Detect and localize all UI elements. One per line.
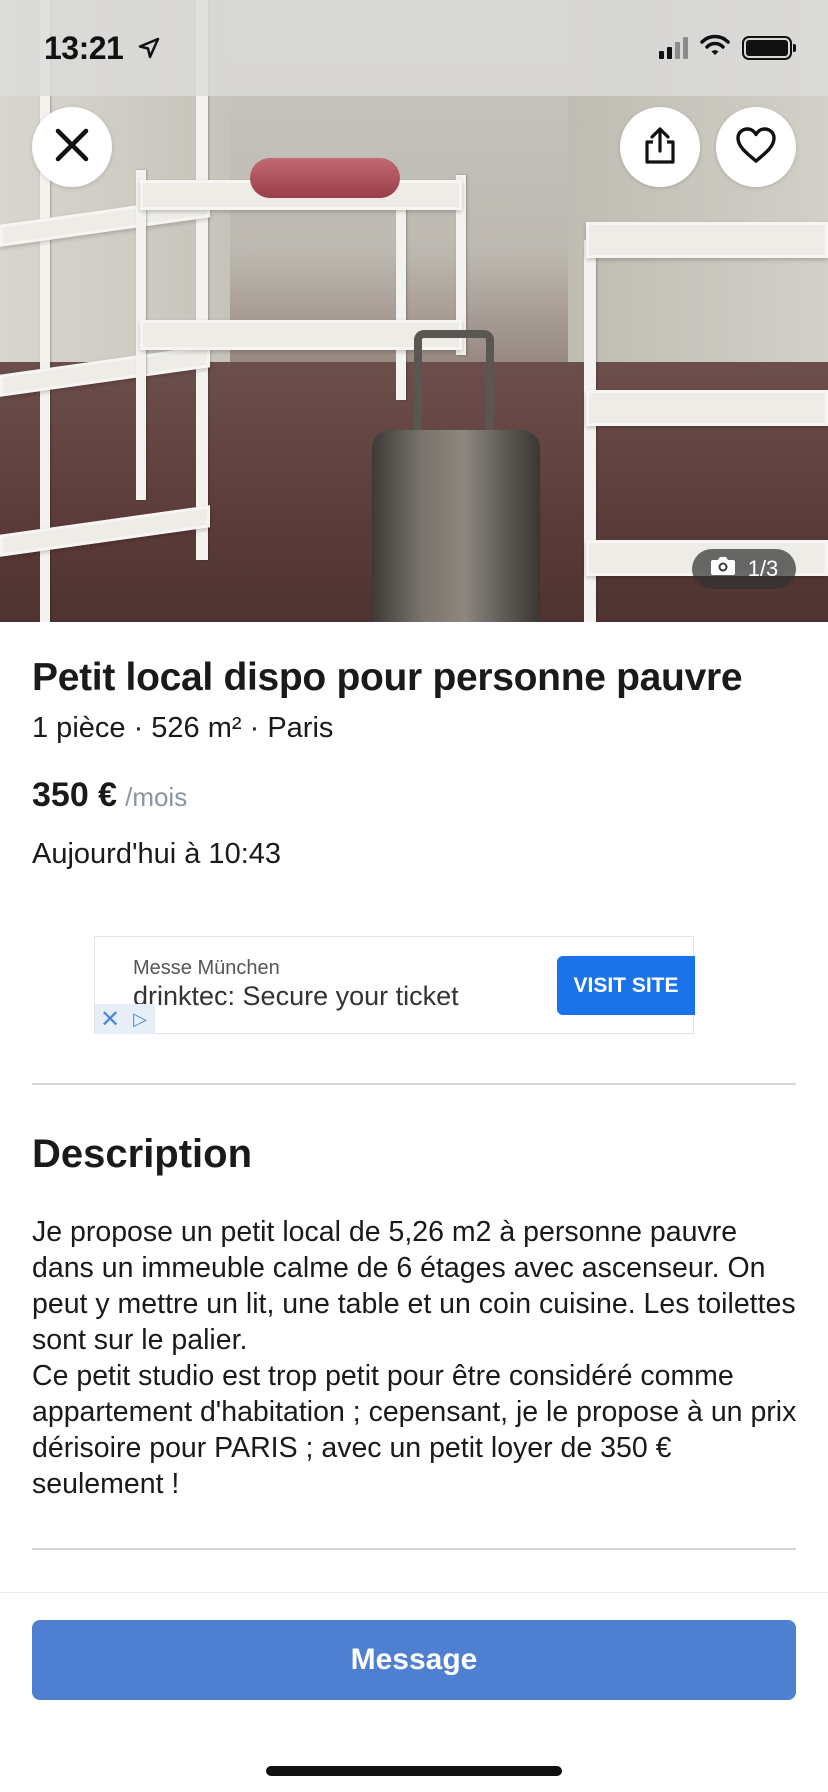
ad-choices-icon[interactable]: ▷ [125, 1004, 155, 1034]
ad-close-icon[interactable]: ✕ [95, 1004, 125, 1034]
description-paragraph: Je propose un petit local de 5,26 m2 à p… [32, 1216, 796, 1356]
description-paragraph: Ce petit studio est trop petit pour être… [32, 1360, 797, 1500]
signal-icon [659, 36, 688, 59]
listing-subtitle: 1 pièce · 526 m² · Paris [32, 712, 334, 744]
heart-icon [735, 126, 777, 169]
listing-title: Petit local dispo pour personne pauvre [32, 656, 743, 699]
clock-text: 13:21 [44, 30, 124, 66]
ad-banner[interactable]: Messe München drinktec: Secure your tick… [94, 936, 695, 1034]
close-button[interactable] [32, 107, 112, 187]
listing-price: 350 € [32, 776, 118, 814]
price-unit: /mois [125, 782, 188, 812]
status-icons [659, 34, 796, 61]
photo-counter: 1/3 [692, 549, 796, 589]
shelf-board [586, 390, 828, 426]
status-bar: 13:21 [0, 0, 828, 96]
wifi-icon [700, 34, 730, 61]
shelf-board [586, 222, 828, 258]
listing-date: Aujourd'hui à 10:43 [32, 838, 282, 870]
camera-icon [710, 555, 736, 583]
divider [32, 1548, 796, 1550]
suitcase-handle [414, 330, 494, 440]
favorite-button[interactable] [716, 107, 796, 187]
photo-counter-text: 1/3 [747, 556, 779, 581]
close-icon [52, 125, 92, 170]
message-button[interactable]: Message [32, 1620, 796, 1700]
price-row: 350 € /mois [32, 776, 187, 815]
share-button[interactable] [620, 107, 700, 187]
suitcase [372, 430, 540, 622]
location-arrow-icon [138, 30, 160, 67]
ad-visit-site-button[interactable]: VISIT SITE [557, 956, 695, 1015]
shelf-post [396, 200, 406, 400]
home-indicator[interactable] [266, 1766, 562, 1776]
divider [32, 1083, 796, 1085]
status-time: 13:21 [44, 30, 160, 67]
rolled-mat [250, 158, 400, 198]
share-icon [642, 125, 678, 170]
battery-icon [742, 35, 796, 60]
description-text: Je propose un petit local de 5,26 m2 à p… [32, 1214, 802, 1502]
ad-brand: Messe München [133, 957, 280, 979]
ad-headline[interactable]: drinktec: Secure your ticket [133, 981, 459, 1012]
description-title: Description [32, 1132, 253, 1176]
